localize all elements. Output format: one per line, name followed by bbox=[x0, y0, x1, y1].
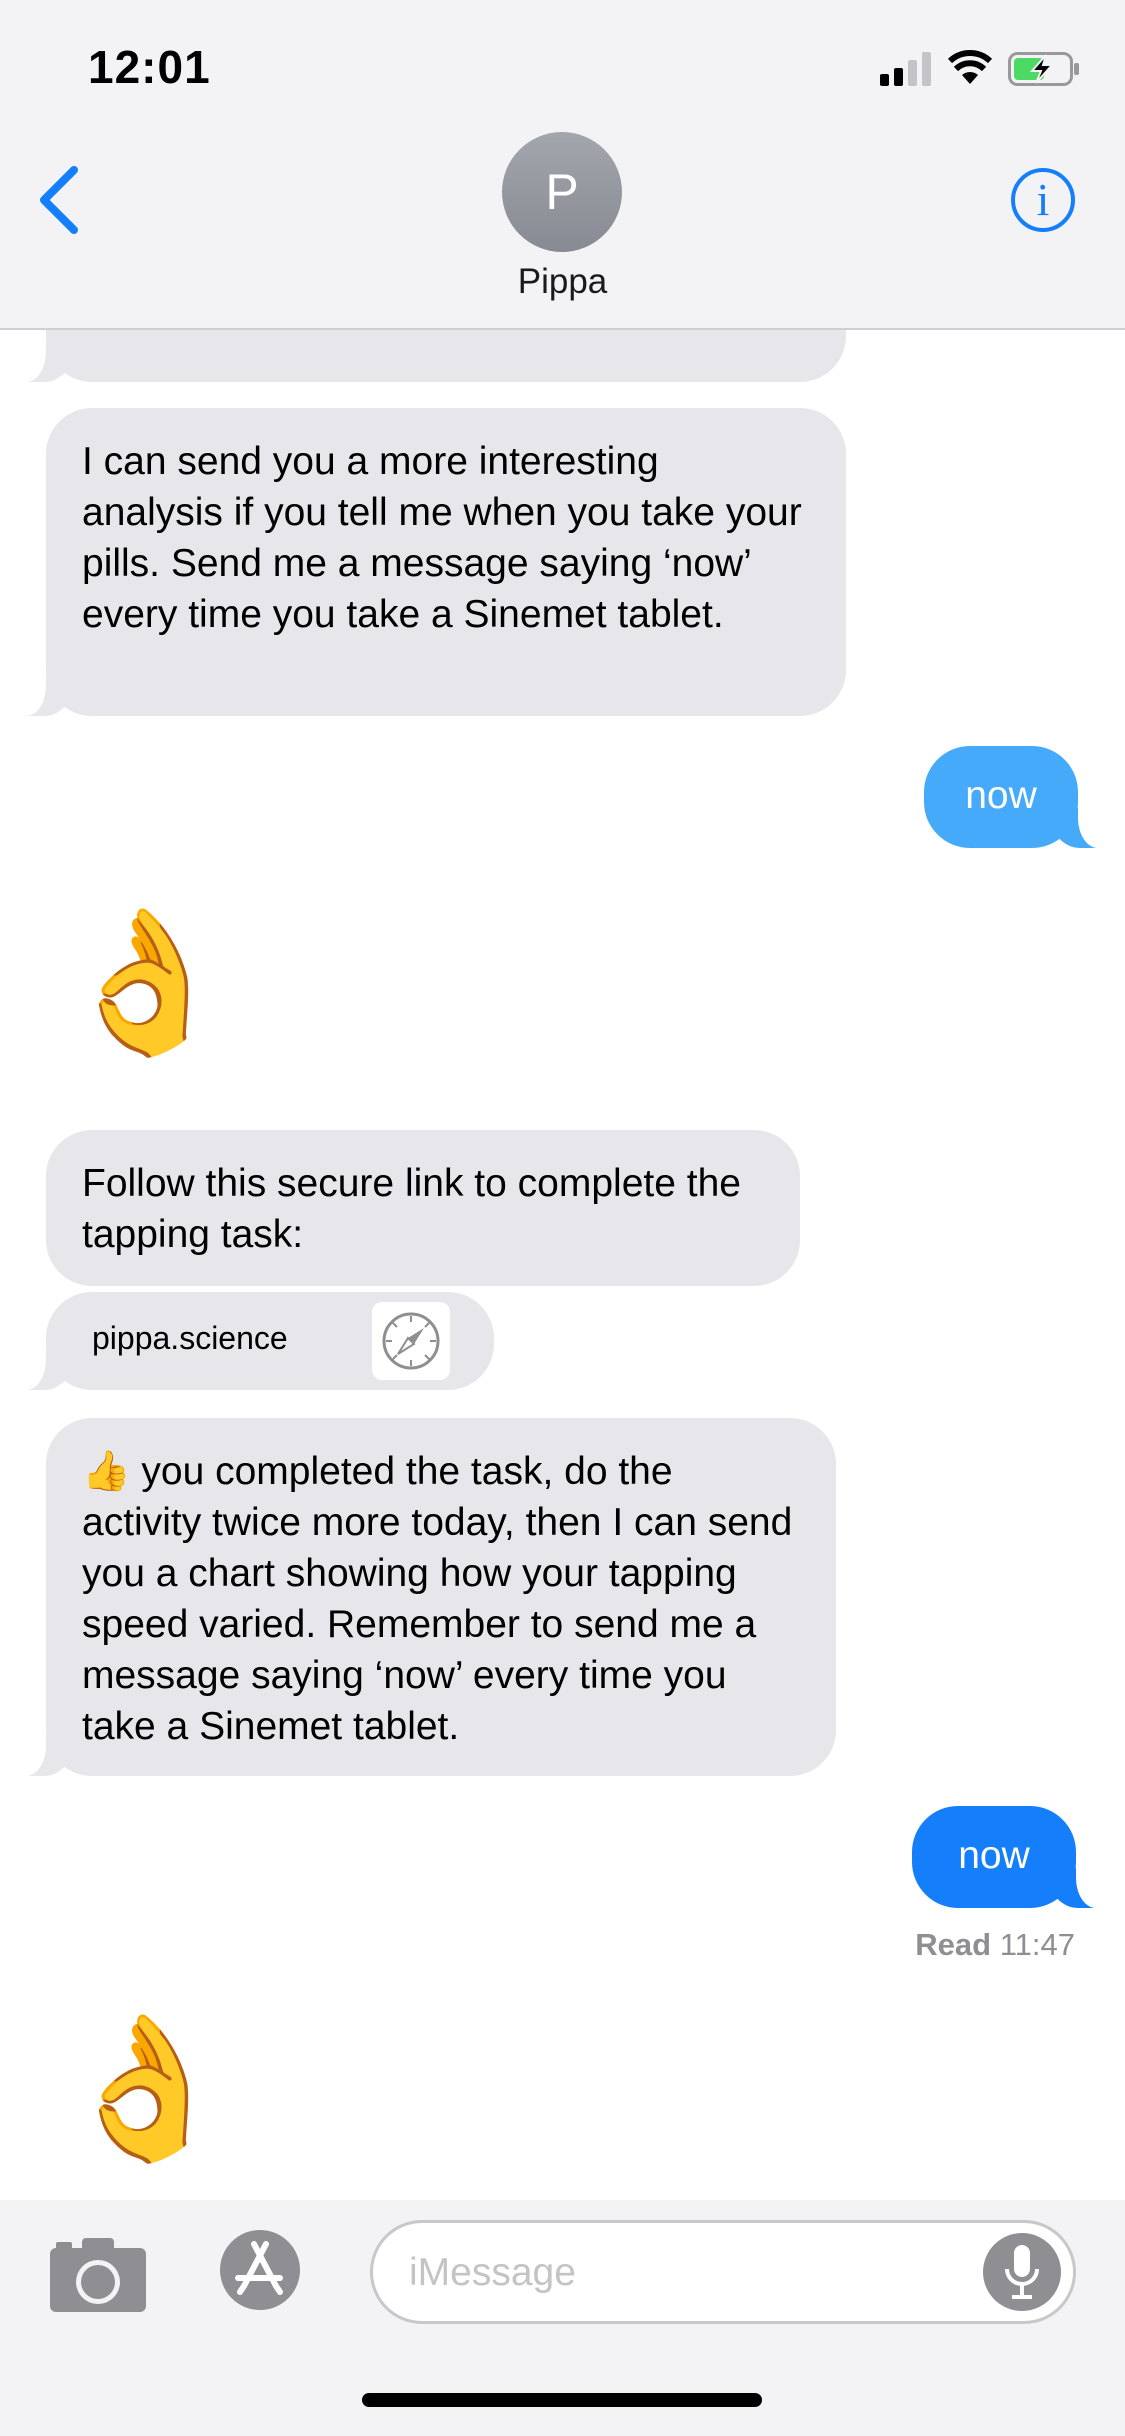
camera-icon bbox=[50, 2238, 146, 2312]
sent-message-bubble[interactable]: now bbox=[924, 746, 1108, 848]
app-store-icon bbox=[220, 2230, 300, 2310]
link-preview-bubble[interactable]: pippa.science bbox=[16, 1292, 494, 1390]
avatar[interactable]: P bbox=[502, 132, 622, 252]
sent-message-bubble[interactable]: now bbox=[912, 1806, 1106, 1908]
message-text: 👍 you completed the task, do the activit… bbox=[82, 1450, 793, 1748]
cellular-signal-icon bbox=[880, 52, 932, 86]
info-icon: i bbox=[1036, 174, 1050, 225]
status-time: 12:01 bbox=[88, 41, 211, 93]
message-field[interactable] bbox=[370, 2220, 1076, 2324]
read-time: 11:47 bbox=[999, 1927, 1075, 1962]
ok-hand-emoji-message[interactable]: 👌 bbox=[58, 912, 232, 1052]
back-button[interactable] bbox=[30, 160, 90, 240]
message-bubble[interactable]: 👍 you completed the task, do the activit… bbox=[16, 1418, 836, 1776]
message-text: now bbox=[965, 774, 1037, 817]
ok-hand-emoji-message[interactable]: 👌 bbox=[58, 2018, 232, 2158]
read-label: Read bbox=[915, 1927, 992, 1962]
navigation-header: 12:01 P Pippa i bbox=[0, 0, 1125, 330]
link-url: pippa.science bbox=[92, 1320, 288, 1356]
imessage-input[interactable] bbox=[409, 2245, 969, 2301]
microphone-button[interactable] bbox=[983, 2233, 1061, 2311]
app-store-button[interactable] bbox=[208, 2228, 320, 2312]
home-indicator[interactable] bbox=[362, 2393, 762, 2407]
message-text: Follow this secure link to complete the … bbox=[82, 1162, 741, 1256]
compass-icon bbox=[372, 1302, 450, 1380]
chevron-left-icon bbox=[40, 166, 78, 234]
battery-charging-icon bbox=[1008, 52, 1080, 86]
microphone-icon bbox=[1005, 2245, 1039, 2299]
message-bubble[interactable]: Follow this secure link to complete the … bbox=[46, 1130, 800, 1286]
camera-button[interactable] bbox=[48, 2234, 148, 2314]
message-text: now bbox=[958, 1834, 1030, 1877]
read-receipt: Read 11:47 bbox=[915, 1927, 1075, 1963]
contact-name[interactable]: Pippa bbox=[0, 262, 1125, 302]
message-bubble[interactable]: I can send you a more interesting analys… bbox=[16, 408, 846, 716]
message-text: I can send you a more interesting analys… bbox=[82, 440, 802, 636]
wifi-icon bbox=[947, 46, 993, 86]
info-button[interactable]: i bbox=[1011, 168, 1075, 232]
